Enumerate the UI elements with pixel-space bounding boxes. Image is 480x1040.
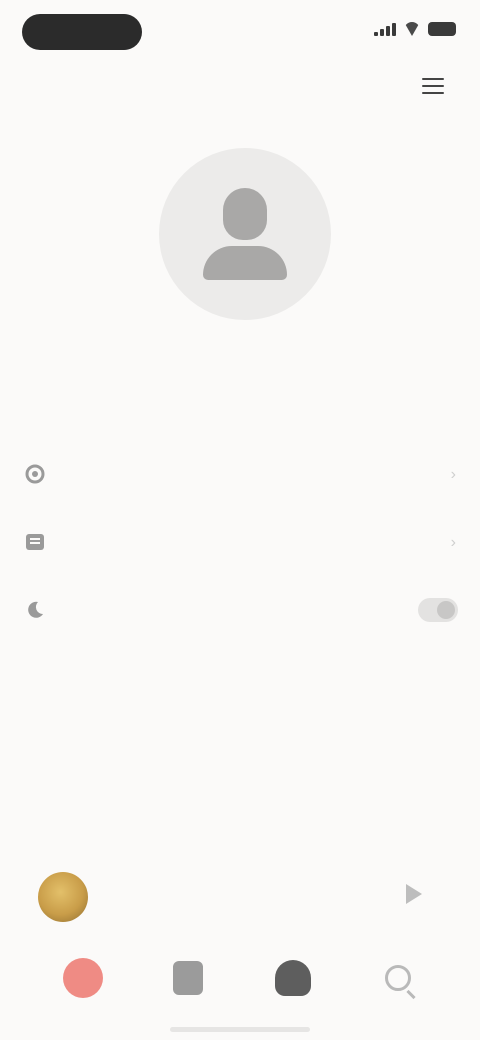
menu-icon [422,78,444,80]
settings-icon [22,461,48,487]
moon-icon [22,597,48,623]
wifi-icon [404,22,420,36]
nav-search[interactable] [370,950,426,1006]
settings-row-3[interactable] [0,576,480,644]
settings-row-1[interactable]: › [0,440,480,508]
library-icon [22,529,48,555]
home-indicator [170,1027,310,1032]
mini-player[interactable] [0,862,480,936]
nav-profile[interactable] [265,950,321,1006]
avatar-head-icon [223,188,267,240]
chevron-right-icon: › [450,466,456,483]
album-art [38,872,88,922]
profile-icon [274,960,311,996]
avatar[interactable] [159,148,331,320]
bottom-nav [0,936,480,1020]
settings-list: › › [0,440,480,644]
status-bar [0,0,480,64]
settings-row-2[interactable]: › [0,508,480,576]
chevron-right-icon: › [450,534,456,551]
nav-home[interactable] [55,950,111,1006]
app-root: › › [0,0,480,1040]
battery-icon [428,22,456,36]
header [0,64,480,108]
library-icon [172,961,203,995]
play-icon[interactable] [406,884,422,904]
status-time [22,14,142,50]
status-icons [374,22,456,36]
search-icon [384,965,411,991]
menu-button[interactable] [422,72,450,100]
home-icon [62,958,103,998]
avatar-body-icon [203,246,287,280]
nav-library[interactable] [160,950,216,1006]
signal-icon [374,22,396,36]
dark-mode-toggle[interactable] [418,598,458,622]
